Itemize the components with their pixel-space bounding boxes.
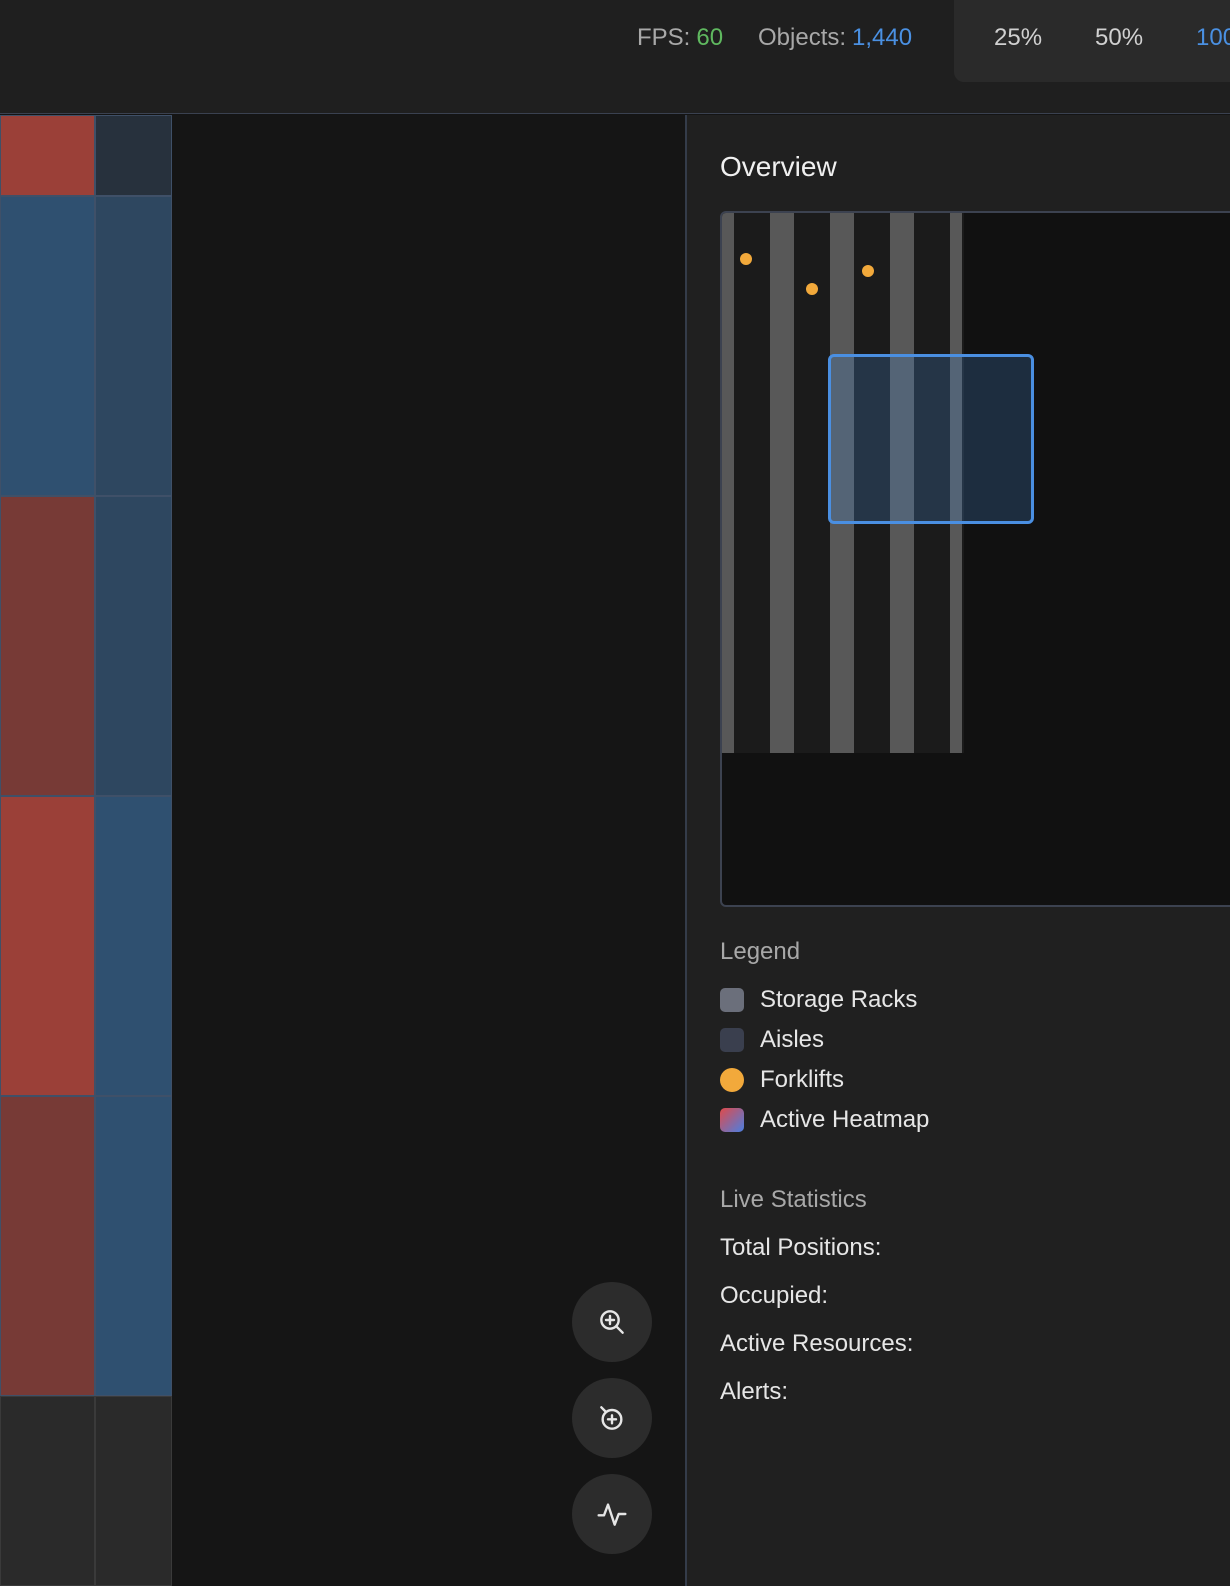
minimap-forklift [862, 265, 874, 277]
top-bar: FPS:60 Objects:1,440 25% 50% 100% [0, 0, 1230, 114]
legend-item: Aisles [720, 1025, 824, 1055]
storage-racks-swatch-icon [720, 988, 744, 1012]
heatmap-cell[interactable] [95, 1396, 172, 1586]
legend-label: Storage Racks [760, 986, 918, 1013]
zoom-25-button[interactable]: 25% [994, 24, 1042, 52]
aisles-swatch-icon [720, 1028, 744, 1052]
legend-label: Active Heatmap [760, 1106, 930, 1133]
objects-readout: Objects: 1,440 [758, 24, 912, 52]
zoom-50-button[interactable]: 50% [1095, 24, 1143, 52]
fps-readout: FPS: 60 [637, 24, 723, 52]
warehouse-canvas[interactable] [172, 115, 685, 1586]
overview-title: Overview [720, 151, 837, 182]
heatmap-cell[interactable] [0, 115, 95, 196]
heatmap-cell[interactable] [0, 1396, 95, 1586]
heatmap-grid [0, 115, 172, 1586]
stat-total-positions: Total Positions: [720, 1234, 882, 1261]
heatmap-cell[interactable] [95, 496, 172, 796]
reset-view-button[interactable] [572, 1378, 652, 1458]
heatmap-cell[interactable] [0, 796, 95, 1096]
activity-button[interactable] [572, 1474, 652, 1554]
heatmap-cell[interactable] [95, 1096, 172, 1396]
zoom-100-button[interactable]: 100% [1196, 24, 1230, 52]
minimap-forklift [806, 283, 818, 295]
legend-heading: Legend [720, 938, 801, 965]
legend-item: Forklifts [720, 1065, 844, 1095]
fps-value: 60 [696, 24, 724, 51]
legend-item: Active Heatmap [720, 1105, 929, 1135]
activity-icon [597, 1503, 627, 1526]
legend-label: Forklifts [760, 1066, 844, 1093]
legend-item: Storage Racks [720, 985, 917, 1015]
heatmap-cell[interactable] [95, 796, 172, 1096]
side-panel: Overview Legend Storage Racks Aisles For… [685, 115, 1230, 1586]
legend-label: Aisles [760, 1026, 825, 1053]
heatmap-cell[interactable] [0, 496, 95, 796]
stat-alerts: Alerts: [720, 1378, 789, 1405]
heatmap-cell[interactable] [0, 1096, 95, 1396]
objects-label: Objects: [758, 24, 847, 51]
objects-value: 1,440 [852, 24, 913, 51]
heatmap-cell[interactable] [95, 196, 172, 496]
live-statistics-heading: Live Statistics [720, 1186, 867, 1213]
zoom-level-group: 25% 50% 100% [954, 0, 1230, 82]
minimap-rack [722, 213, 734, 753]
minimap[interactable] [720, 211, 1230, 907]
minimap-viewport[interactable] [828, 354, 1034, 524]
reset-view-icon [600, 1406, 623, 1430]
heatmap-cell[interactable] [95, 115, 172, 196]
forklifts-swatch-icon [720, 1068, 744, 1092]
zoom-in-icon [600, 1310, 624, 1334]
active-heatmap-swatch-icon [720, 1108, 744, 1132]
minimap-forklift [740, 253, 752, 265]
stat-occupied: Occupied: [720, 1282, 829, 1309]
fps-label: FPS: [637, 24, 691, 51]
heatmap-cell[interactable] [0, 196, 95, 496]
zoom-in-button[interactable] [572, 1282, 652, 1362]
minimap-rack [770, 213, 794, 753]
stat-active-resources: Active Resources: [720, 1330, 914, 1357]
